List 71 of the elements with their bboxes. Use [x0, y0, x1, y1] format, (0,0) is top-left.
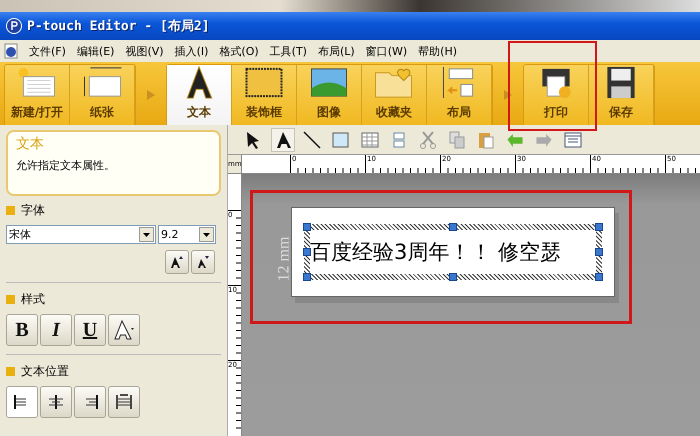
caret-icon	[203, 232, 210, 236]
alignment-button[interactable]	[40, 386, 72, 418]
shrink-font-icon	[195, 254, 211, 270]
resize-handle[interactable]	[303, 248, 311, 256]
align-justify-icon	[114, 392, 134, 412]
properties-window-icon	[563, 130, 583, 150]
menu-item[interactable]: 窗口(W)	[366, 44, 408, 58]
alignment-button[interactable]	[108, 386, 140, 418]
alignment-button[interactable]	[74, 386, 106, 418]
menu-item[interactable]: 工具(T)	[270, 44, 307, 58]
ribbon-tab[interactable]: 保存	[589, 65, 654, 125]
resize-handle[interactable]	[303, 273, 311, 281]
menu-item[interactable]: 格式(O)	[219, 44, 259, 58]
menu-item[interactable]: 视图(V)	[125, 44, 164, 58]
expand-arrow-icon[interactable]	[504, 90, 512, 100]
resize-handle[interactable]	[449, 223, 457, 231]
section-marker	[6, 367, 15, 376]
dropdown-button[interactable]	[139, 227, 154, 242]
toolbar-button[interactable]	[271, 128, 295, 152]
panel-description: 允许指定文本属性。	[16, 158, 116, 173]
section-marker	[6, 206, 15, 215]
section-heading: 样式	[21, 291, 45, 308]
section-heading: 文本位置	[21, 363, 69, 380]
caret-icon	[143, 232, 150, 236]
underline-button[interactable]: U	[74, 314, 106, 346]
ribbon-tab[interactable]: 装饰框	[232, 65, 297, 125]
panel-title: 文本	[16, 135, 45, 153]
alignment-button[interactable]	[6, 386, 38, 418]
outline-letter-icon	[113, 319, 135, 341]
resize-handle[interactable]	[595, 223, 603, 231]
undo-icon	[507, 132, 523, 146]
ribbon-tab[interactable]: 文本	[167, 65, 232, 125]
ribbon-tab[interactable]: 收藏夹	[362, 65, 427, 125]
copy-icon	[447, 130, 467, 150]
label-text[interactable]: 百度经验3周年！！ 修空瑟	[304, 224, 602, 280]
grow-font-icon	[169, 254, 185, 270]
align-center-icon	[46, 392, 66, 412]
menu-item[interactable]: 帮助(H)	[418, 44, 458, 58]
resize-handle[interactable]	[303, 223, 311, 231]
table-icon	[360, 130, 380, 150]
window-title: P-touch Editor - [布局2]	[27, 18, 210, 35]
dropdown-button[interactable]	[199, 227, 214, 242]
ribbon-tab[interactable]: 纸张	[70, 65, 135, 125]
ribbon-tab[interactable]: 图像	[297, 65, 362, 125]
ribbon-tab[interactable]: 新建/打开	[5, 65, 70, 125]
resize-handle[interactable]	[449, 273, 457, 281]
menu-item[interactable]: 文件(F)	[29, 44, 66, 58]
section-heading: 字体	[21, 202, 45, 219]
document-icon[interactable]	[4, 43, 18, 59]
grow-font-button[interactable]	[165, 250, 189, 274]
italic-button[interactable]: I	[40, 314, 72, 346]
size-dropdown[interactable]: 9.2	[158, 225, 216, 244]
shrink-font-button[interactable]	[191, 250, 215, 274]
redo-icon	[536, 132, 552, 146]
tape-width-label: 12 mm	[275, 236, 294, 282]
size-value: 9.2	[161, 228, 178, 241]
resize-handle[interactable]	[595, 248, 603, 256]
menu-item[interactable]: 布局(L)	[318, 44, 355, 58]
line-icon	[302, 130, 322, 150]
app-logo-icon	[6, 18, 22, 34]
outline-button[interactable]	[108, 314, 140, 346]
ribbon-tab[interactable]: 打印	[524, 65, 589, 125]
menu-item[interactable]: 编辑(E)	[76, 44, 114, 58]
menu-item[interactable]: 插入(I)	[174, 44, 208, 58]
bold-button[interactable]: B	[6, 314, 38, 346]
rectangle-icon	[331, 130, 351, 150]
scissors-icon	[418, 130, 438, 150]
resize-handle[interactable]	[595, 273, 603, 281]
section-marker	[6, 295, 15, 304]
font-dropdown[interactable]: 宋体	[6, 225, 156, 244]
font-value: 宋体	[9, 227, 31, 242]
